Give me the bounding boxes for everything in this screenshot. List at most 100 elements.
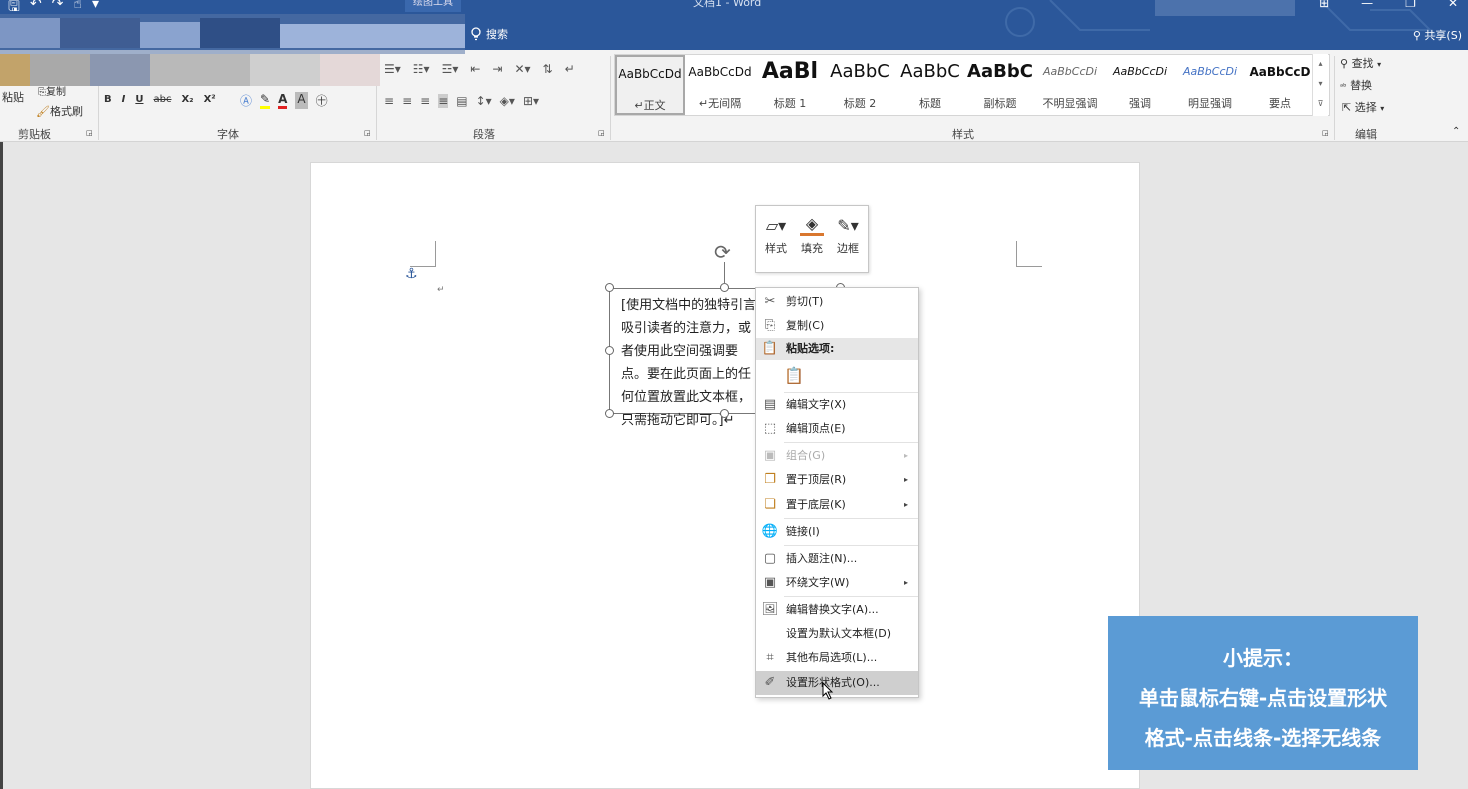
subscript-button[interactable]: X₂ xyxy=(181,94,193,105)
borders-icon[interactable]: ⊞▾ xyxy=(523,94,539,108)
enclose-char-icon[interactable]: ㊉ xyxy=(316,92,328,109)
line-spacing-icon[interactable]: ↕▾ xyxy=(476,94,492,108)
styles-gallery: AaBbCcDd ↵正文 AaBbCcDd ↵无间隔 AaBl 标题 1 AaB… xyxy=(614,54,1330,116)
font-color-icon[interactable]: A xyxy=(278,92,288,109)
text-effects-icon[interactable]: Ⓐ xyxy=(240,92,252,109)
style-subtle-emphasis[interactable]: AaBbCcDi 不明显强调 xyxy=(1035,55,1105,115)
menu-item-set-default-textbox[interactable]: 设置为默认文本框(D) xyxy=(756,622,918,646)
menu-item-link[interactable]: 🌐 链接(I) xyxy=(756,520,918,544)
style-normal[interactable]: AaBbCcDd ↵正文 xyxy=(615,55,685,115)
menu-item-bring-to-front[interactable]: ❐ 置于顶层(R) ▸ xyxy=(756,468,918,492)
restore-ribbon-icon[interactable]: ⊞ xyxy=(1319,0,1329,10)
style-no-spacing[interactable]: AaBbCcDd ↵无间隔 xyxy=(685,55,755,115)
style-subtitle[interactable]: AaBbC 副标题 xyxy=(965,55,1035,115)
show-marks-icon[interactable]: ↵ xyxy=(565,62,575,76)
chinese-layout-icon[interactable]: ✕▾ xyxy=(514,62,530,76)
drawing-tools-context-tab[interactable]: 绘图工具 xyxy=(405,0,461,12)
send-back-icon: ❏ xyxy=(764,497,776,512)
gallery-up-icon[interactable]: ▴ xyxy=(1313,54,1328,74)
paragraph-launcher-icon[interactable]: ◲ xyxy=(598,129,605,137)
strikethrough-button[interactable]: abc xyxy=(153,94,171,105)
minimize-icon[interactable]: — xyxy=(1361,0,1373,10)
brush-icon: 🖌 xyxy=(36,105,50,118)
align-right-icon[interactable]: ≡ xyxy=(420,94,430,108)
menu-item-paste-text-only[interactable]: 📋 xyxy=(756,362,918,390)
group-icon: ▣ xyxy=(763,448,777,463)
collapse-ribbon-icon[interactable]: ⌃ xyxy=(1452,126,1460,137)
tip-box: 小提示： 单击鼠标右键-点击设置形状 格式-点击线条-选择无线条 xyxy=(1108,616,1418,770)
copy-icon: ⎘ xyxy=(764,318,776,333)
editing-group-label: 编辑 xyxy=(1355,128,1377,141)
gallery-scroll[interactable]: ▴ ▾ ⊽ xyxy=(1312,54,1328,116)
menu-item-more-layout-options[interactable]: ⌗ 其他布局选项(L)... xyxy=(756,646,918,670)
menu-item-copy[interactable]: ⎘ 复制(C) xyxy=(756,314,918,338)
align-center-icon[interactable]: ≡ xyxy=(402,94,412,108)
style-title[interactable]: AaBbC 标题 xyxy=(895,55,965,115)
maximize-icon[interactable]: ❐ xyxy=(1405,0,1416,10)
format-painter-button[interactable]: 🖌格式刷 xyxy=(36,103,83,119)
person-icon: ⚲ xyxy=(1412,29,1421,42)
bring-front-icon: ❐ xyxy=(764,472,776,487)
shape-style-button[interactable]: ▱▾ 样式 xyxy=(760,212,792,256)
menu-item-group[interactable]: ▣ 组合(G) ▸ xyxy=(756,444,918,468)
resize-handle-left[interactable] xyxy=(605,346,614,355)
shading-icon[interactable]: ◈▾ xyxy=(500,94,515,108)
style-emphasis[interactable]: AaBbCcDi 强调 xyxy=(1105,55,1175,115)
group-separator xyxy=(1334,56,1335,140)
clipboard-group-label: 剪贴板 xyxy=(18,128,51,141)
alt-text-icon: 🖼 xyxy=(761,602,779,617)
font-launcher-icon[interactable]: ◲ xyxy=(364,129,371,137)
style-heading-1[interactable]: AaBl 标题 1 xyxy=(755,55,825,115)
rotate-handle-icon[interactable]: ⟳ xyxy=(714,240,731,264)
decrease-indent-icon[interactable]: ⇤ xyxy=(470,62,480,76)
select-button[interactable]: ⇱ 选择 ▾ xyxy=(1342,99,1384,115)
clipboard-launcher-icon[interactable]: ◲ xyxy=(86,129,93,137)
shape-outline-button[interactable]: ✎▾ 边框 xyxy=(832,212,864,256)
menu-separator xyxy=(784,596,918,597)
bold-button[interactable]: B xyxy=(104,94,112,105)
gallery-down-icon[interactable]: ▾ xyxy=(1313,74,1328,94)
superscript-button[interactable]: X² xyxy=(204,94,216,105)
share-label: 共享(S) xyxy=(1424,29,1462,42)
menu-item-alt-text[interactable]: 🖼 编辑替换文字(A)... xyxy=(756,598,918,622)
paste-text-only-icon: 📋 xyxy=(784,366,804,385)
resize-handle-bottom[interactable] xyxy=(720,409,729,418)
styles-launcher-icon[interactable]: ◲ xyxy=(1322,129,1329,137)
gallery-more-icon[interactable]: ⊽ xyxy=(1313,94,1328,114)
underline-button[interactable]: U xyxy=(135,94,143,105)
resize-handle-bl[interactable] xyxy=(605,409,614,418)
menu-item-edit-text[interactable]: ▤ 编辑文字(X) xyxy=(756,393,918,417)
replace-button[interactable]: ᵃᵇ 替换 xyxy=(1340,77,1372,93)
style-heading-2[interactable]: AaBbC 标题 2 xyxy=(825,55,895,115)
menu-item-wrap-text[interactable]: ▣ 环绕文字(W) ▸ xyxy=(756,571,918,595)
paste-button[interactable]: 粘贴 xyxy=(2,89,24,105)
char-shading-icon[interactable]: A xyxy=(295,92,308,109)
shape-fill-button[interactable]: ◈ 填充 xyxy=(796,212,828,256)
window-left-edge xyxy=(0,142,3,789)
menu-item-format-shape[interactable]: ✐ 设置形状格式(O)... xyxy=(756,671,918,695)
distributed-icon[interactable]: ▤ xyxy=(456,94,467,108)
resize-handle-tl[interactable] xyxy=(605,283,614,292)
sort-icon[interactable]: ⇅ xyxy=(543,62,553,76)
italic-button[interactable]: I xyxy=(122,94,126,105)
share-button[interactable]: ⚲ 共享(S) xyxy=(1413,27,1462,43)
menu-separator xyxy=(784,518,918,519)
resize-handle-top[interactable] xyxy=(720,283,729,292)
justify-icon[interactable]: ≡ xyxy=(438,94,449,108)
tell-me-search[interactable]: 搜索 xyxy=(470,26,508,42)
style-intense-emphasis[interactable]: AaBbCcDi 明显强调 xyxy=(1175,55,1245,115)
menu-item-cut[interactable]: ✂ 剪切(T) xyxy=(756,290,918,314)
align-left-icon[interactable]: ≡ xyxy=(384,94,394,108)
find-button[interactable]: ⚲ 查找 ▾ xyxy=(1340,55,1381,71)
increase-indent-icon[interactable]: ⇥ xyxy=(492,62,502,76)
anchor-icon[interactable]: ⚓ xyxy=(405,266,418,282)
close-icon[interactable]: ✕ xyxy=(1448,0,1458,10)
menu-item-edit-points[interactable]: ⬚ 编辑顶点(E) xyxy=(756,417,918,441)
style-strong[interactable]: AaBbCcD 要点 xyxy=(1245,55,1315,115)
menu-item-send-to-back[interactable]: ❏ 置于底层(K) ▸ xyxy=(756,493,918,517)
chevron-down-icon: ▾ xyxy=(1380,104,1385,113)
submenu-arrow-icon: ▸ xyxy=(903,475,908,484)
text-box-content[interactable]: [使用文档中的独特引言吸引读者的注意力，或者使用此空间强调要点。要在此页面上的任… xyxy=(621,294,761,432)
highlight-icon[interactable]: ✎ xyxy=(260,92,271,109)
menu-item-insert-caption[interactable]: ▢ 插入题注(N)... xyxy=(756,547,918,571)
